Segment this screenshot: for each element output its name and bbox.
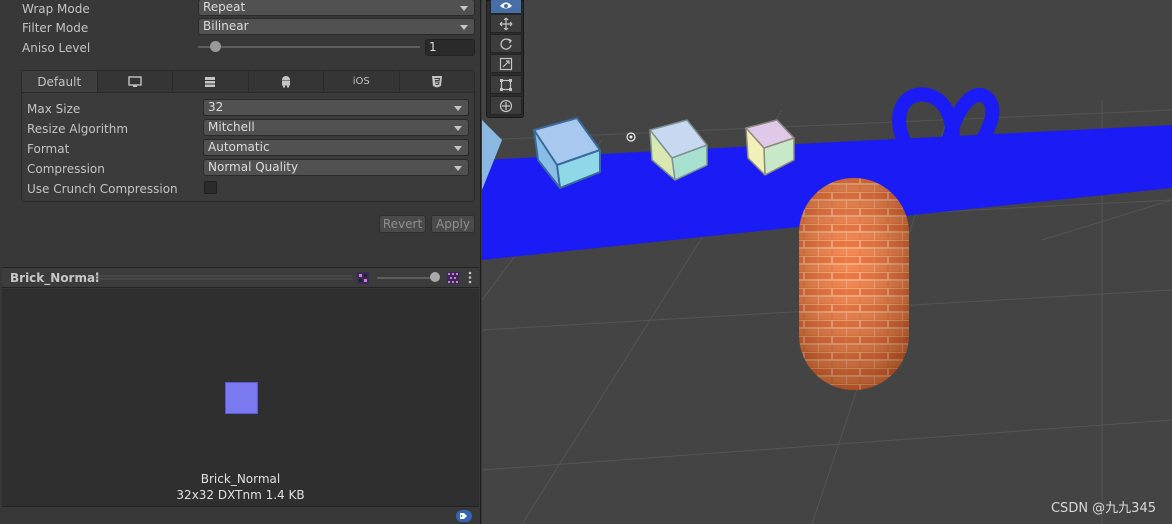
scene-view[interactable]: CSDN @九九345 [482,0,1172,524]
compression-label: Compression [27,162,105,176]
preview-header-divider [94,275,352,280]
scale-tool[interactable] [490,54,522,73]
max-size-dropdown[interactable]: 32 [203,99,469,116]
texture-preview [225,382,258,414]
platform-tabs: Default iOS [22,71,474,93]
max-size-label: Max Size [27,102,81,116]
aniso-level-row: Aniso Level [22,39,90,57]
eye-icon [500,2,512,8]
tab-default-label: Default [37,74,82,89]
format-dropdown[interactable]: Automatic [203,139,469,156]
max-size-row: Max Size [27,100,80,118]
chevron-down-icon [454,106,462,111]
resize-algorithm-dropdown[interactable]: Mitchell [203,119,469,136]
apply-button[interactable]: Apply [431,215,475,233]
preview-texture-name: Brick_Normal [200,472,281,486]
light-gizmo-icon[interactable] [626,132,636,142]
preview-header: Brick_Normal [2,267,479,288]
mip-slider-thumb[interactable] [430,272,440,282]
filter-mode-value: Bilinear [203,19,249,33]
aniso-level-field[interactable]: 1 [425,39,475,56]
asset-labels-bar [2,506,479,524]
scene-canvas [482,87,1172,524]
chevron-down-icon [454,166,462,171]
compression-value: Normal Quality [208,160,299,174]
move-tool[interactable] [490,14,522,33]
mip-small-icon[interactable] [357,272,369,284]
rect-tool[interactable] [490,75,522,94]
crunch-row: Use Crunch Compression [27,180,178,198]
platform-settings-box: Default iOS Max Size 32 Resize Algorithm [21,70,475,202]
android-icon [281,76,290,88]
chevron-down-icon [460,6,468,11]
mip-large-icon[interactable] [447,272,459,284]
filter-mode-label: Filter Mode [22,21,89,35]
aniso-level-slider-thumb[interactable] [210,41,221,52]
format-row: Format [27,140,69,158]
aniso-level-label: Aniso Level [22,41,91,55]
scale-icon [499,57,513,70]
html5-icon [431,76,442,88]
transform-tool[interactable] [490,96,522,115]
rect-icon [500,78,512,91]
resize-algorithm-value: Mitchell [208,120,255,134]
transform-icon [499,99,513,112]
inspector-panel: Wrap Mode Repeat Filter Mode Bilinear An… [0,0,481,524]
rotate-icon [500,37,512,50]
chevron-down-icon [454,126,462,131]
compression-dropdown[interactable]: Normal Quality [203,159,469,176]
tab-server[interactable] [173,71,249,92]
monitor-icon [128,75,142,87]
tab-ios-label: iOS [352,76,370,87]
brick-capsule-shading [799,178,909,390]
preview-title: Brick_Normal [10,271,100,285]
tab-standalone[interactable] [97,71,173,92]
scene-tools-palette [486,0,524,118]
mip-slider-track[interactable] [377,277,437,279]
tab-ios[interactable]: iOS [324,71,400,92]
move-icon [499,17,513,30]
preview-area: Brick_Normal 32x32 DXTnm 1.4 KB [2,289,479,506]
view-tool[interactable] [490,0,522,14]
format-label: Format [27,142,70,156]
blue-torus [892,87,1000,164]
resize-algorithm-label: Resize Algorithm [27,122,129,136]
chevron-down-icon [454,146,462,151]
filter-mode-dropdown[interactable]: Bilinear [198,18,475,35]
wrap-mode-dropdown[interactable]: Repeat [198,0,475,16]
crunch-label: Use Crunch Compression [27,182,178,196]
server-icon [205,76,216,87]
resize-algorithm-row: Resize Algorithm [27,120,128,138]
tab-default[interactable]: Default [22,71,98,92]
tag-icon[interactable] [456,510,472,522]
rotate-tool[interactable] [490,34,522,53]
format-value: Automatic [208,140,270,154]
tab-webgl[interactable] [399,71,474,92]
wrap-mode-value: Repeat [203,0,246,14]
tab-android[interactable] [248,71,324,92]
aniso-level-value: 1 [429,40,437,54]
crunch-compression-checkbox[interactable] [204,181,217,194]
compression-row: Compression [27,160,105,178]
chevron-down-icon [460,25,468,30]
filter-mode-row: Filter Mode [22,19,88,37]
wrap-mode-row: Wrap Mode [22,0,90,18]
aniso-level-slider-track[interactable] [198,46,420,48]
more-options-icon[interactable] [468,271,472,284]
wrap-mode-label: Wrap Mode [22,2,90,16]
watermark: CSDN @九九345 [1050,501,1156,516]
revert-button[interactable]: Revert [379,215,426,233]
preview-texture-info: 32x32 DXTnm 1.4 KB [176,488,305,502]
max-size-value: 32 [208,100,224,114]
